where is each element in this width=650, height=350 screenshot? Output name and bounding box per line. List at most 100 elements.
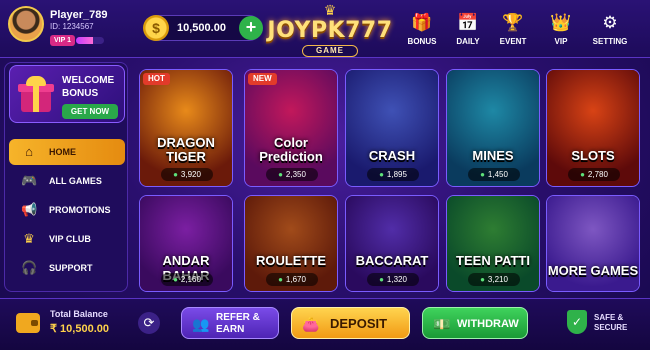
user-icon: ● <box>480 275 485 284</box>
player-count-badge: ● 3,210 <box>468 273 520 286</box>
topnav-label: VIP <box>554 37 568 46</box>
game-card-more-games[interactable]: MORE GAMES <box>546 195 640 292</box>
game-title: CRASH <box>368 148 416 163</box>
add-funds-button[interactable]: + <box>239 16 263 40</box>
sidebar-item-support[interactable]: 🎧 SUPPORT <box>9 255 125 281</box>
game-title: SLOTS <box>571 148 615 163</box>
player-count: 2,780 <box>587 170 608 179</box>
player-count: 2,350 <box>285 170 306 179</box>
game-tag-badge: NEW <box>248 73 277 85</box>
game-title: BACCARAT <box>355 253 429 268</box>
sidebar-item-label: ALL GAMES <box>49 176 102 186</box>
player-count-badge: ● 1,895 <box>367 168 419 181</box>
player-count-badge: ● 2,350 <box>266 168 318 181</box>
sidebar-item-all-games[interactable]: 🎮 ALL GAMES <box>9 168 125 194</box>
users-icon: 👥 <box>192 316 210 332</box>
shield-check-icon: ✓ <box>567 310 589 336</box>
sidebar-item-promotions[interactable]: 📢 PROMOTIONS <box>9 197 125 223</box>
total-balance-value: ₹ 10,500.00 <box>50 323 109 335</box>
vip-crown-icon: 👑 <box>550 13 572 32</box>
player-count: 1,320 <box>386 275 407 284</box>
player-count: 1,895 <box>386 170 407 179</box>
game-title: MORE GAMES <box>547 263 639 278</box>
gift-box-icon <box>15 72 55 116</box>
game-card-crash[interactable]: CRASH ● 1,895 <box>345 69 439 187</box>
trophy-icon: 🏆 <box>502 13 524 32</box>
headset-icon: 🎧 <box>21 260 38 275</box>
sidebar-item-home[interactable]: ⌂ HOME <box>9 139 125 165</box>
get-now-button[interactable]: GET NOW <box>62 104 118 119</box>
wallet-icon <box>16 313 40 333</box>
deposit-button[interactable]: 👛 DEPOSIT <box>291 307 410 339</box>
gamepad-icon: 🎮 <box>21 173 38 188</box>
user-icon: ● <box>580 170 585 179</box>
player-name: Player_789 <box>50 9 108 21</box>
user-icon: ● <box>173 275 178 284</box>
player-count: 2,160 <box>180 275 201 284</box>
safe-secure-label: SAFE & SECURE <box>594 313 628 332</box>
game-card-dragon-tiger[interactable]: HOT DRAGON TIGER ● 3,920 <box>139 69 233 187</box>
topnav-bonus[interactable]: 🎁 BONUS <box>400 12 444 52</box>
game-card-slots[interactable]: SLOTS ● 2,780 <box>546 69 640 187</box>
player-count-badge: ● 3,920 <box>161 168 213 181</box>
sidebar-item-label: SUPPORT <box>49 263 93 273</box>
balance-pill: $ 10,500.00 + <box>143 15 263 41</box>
sidebar-item-vip-club[interactable]: ♛ VIP CLUB <box>9 226 125 252</box>
player-count: 3,210 <box>487 275 508 284</box>
welcome-bonus-banner[interactable]: WELCOME BONUS GET NOW <box>9 65 125 123</box>
coin-icon: $ <box>143 15 169 41</box>
user-icon: ● <box>379 170 384 179</box>
user-icon: ● <box>379 275 384 284</box>
player-count-badge: ● 1,670 <box>266 273 318 286</box>
player-count-badge: ● 1,320 <box>367 273 419 286</box>
user-icon: ● <box>278 275 283 284</box>
logo-crown-icon: ♛ <box>323 2 337 18</box>
top-bar: Player_789 ID: 1234567 VIP 1 $ 10,500.00… <box>0 0 650 58</box>
topnav-label: BONUS <box>407 37 437 46</box>
topnav-event[interactable]: 🏆 EVENT <box>491 12 535 52</box>
game-card-baccarat[interactable]: BACCARAT ● 1,320 <box>345 195 439 292</box>
refresh-balance-icon[interactable]: ⟳ <box>138 312 160 334</box>
user-icon: ● <box>173 170 178 179</box>
game-card-mines[interactable]: MINES ● 1,450 <box>446 69 540 187</box>
withdraw-button[interactable]: 💵 WITHDRAW <box>422 307 528 339</box>
game-title: MINES <box>472 148 514 163</box>
player-count: 1,670 <box>285 275 306 284</box>
topnav-vip[interactable]: 👑 VIP <box>539 12 583 52</box>
topnav-setting[interactable]: ⚙ SETTING <box>588 12 632 52</box>
logo-subtitle: GAME <box>302 45 358 57</box>
logo: ♛ JOYPK777 GAME <box>262 2 398 58</box>
welcome-bonus-title: WELCOME BONUS <box>62 75 115 99</box>
game-card-color-prediction[interactable]: NEW Color Prediction ● 2,350 <box>244 69 338 187</box>
sidebar-item-label: HOME <box>49 147 76 157</box>
game-title: Color Prediction <box>259 135 323 164</box>
wallet-deposit-icon: 👛 <box>302 316 320 332</box>
sidebar-item-label: VIP CLUB <box>49 234 91 244</box>
user-icon: ● <box>480 170 485 179</box>
topnav-daily[interactable]: 📅 DAILY <box>446 12 490 52</box>
home-icon: ⌂ <box>25 144 33 159</box>
game-card-roulette[interactable]: ROULETTE ● 1,670 <box>244 195 338 292</box>
vip-progress-bar <box>76 37 104 44</box>
logo-title: JOYPK777 <box>267 18 393 43</box>
game-card-teen-patti[interactable]: TEEN PATTI ● 3,210 <box>446 195 540 292</box>
player-count: 1,450 <box>487 170 508 179</box>
bottom-bar: Total Balance ₹ 10,500.00 ⟳ 👥 REFER & EAR… <box>0 298 650 350</box>
vip-badge: VIP 1 <box>50 35 75 46</box>
avatar[interactable] <box>8 6 44 42</box>
user-icon: ● <box>278 170 283 179</box>
player-count-badge: ● 2,160 <box>161 273 213 286</box>
game-card-andar-bahar[interactable]: ANDAR BAHAR●2,160 <box>139 195 233 292</box>
refer-earn-button[interactable]: 👥 REFER & EARN <box>181 307 279 339</box>
sidebar: WELCOME BONUS GET NOW ⌂ HOME 🎮 ALL GAMES 📢 PRO… <box>4 62 128 292</box>
game-title: DRAGON TIGER <box>157 135 215 164</box>
player-count-badge: ● 2,780 <box>568 168 620 181</box>
player-count: 3,920 <box>180 170 201 179</box>
game-title: TEEN PATTI <box>456 253 530 268</box>
total-balance-label: Total Balance <box>50 309 108 319</box>
withdraw-icon: 💵 <box>433 316 451 332</box>
balance-value: 10,500.00 <box>177 22 226 34</box>
megaphone-icon: 📢 <box>21 202 38 217</box>
topnav-label: EVENT <box>499 37 527 46</box>
game-title: ROULETTE <box>255 253 327 268</box>
